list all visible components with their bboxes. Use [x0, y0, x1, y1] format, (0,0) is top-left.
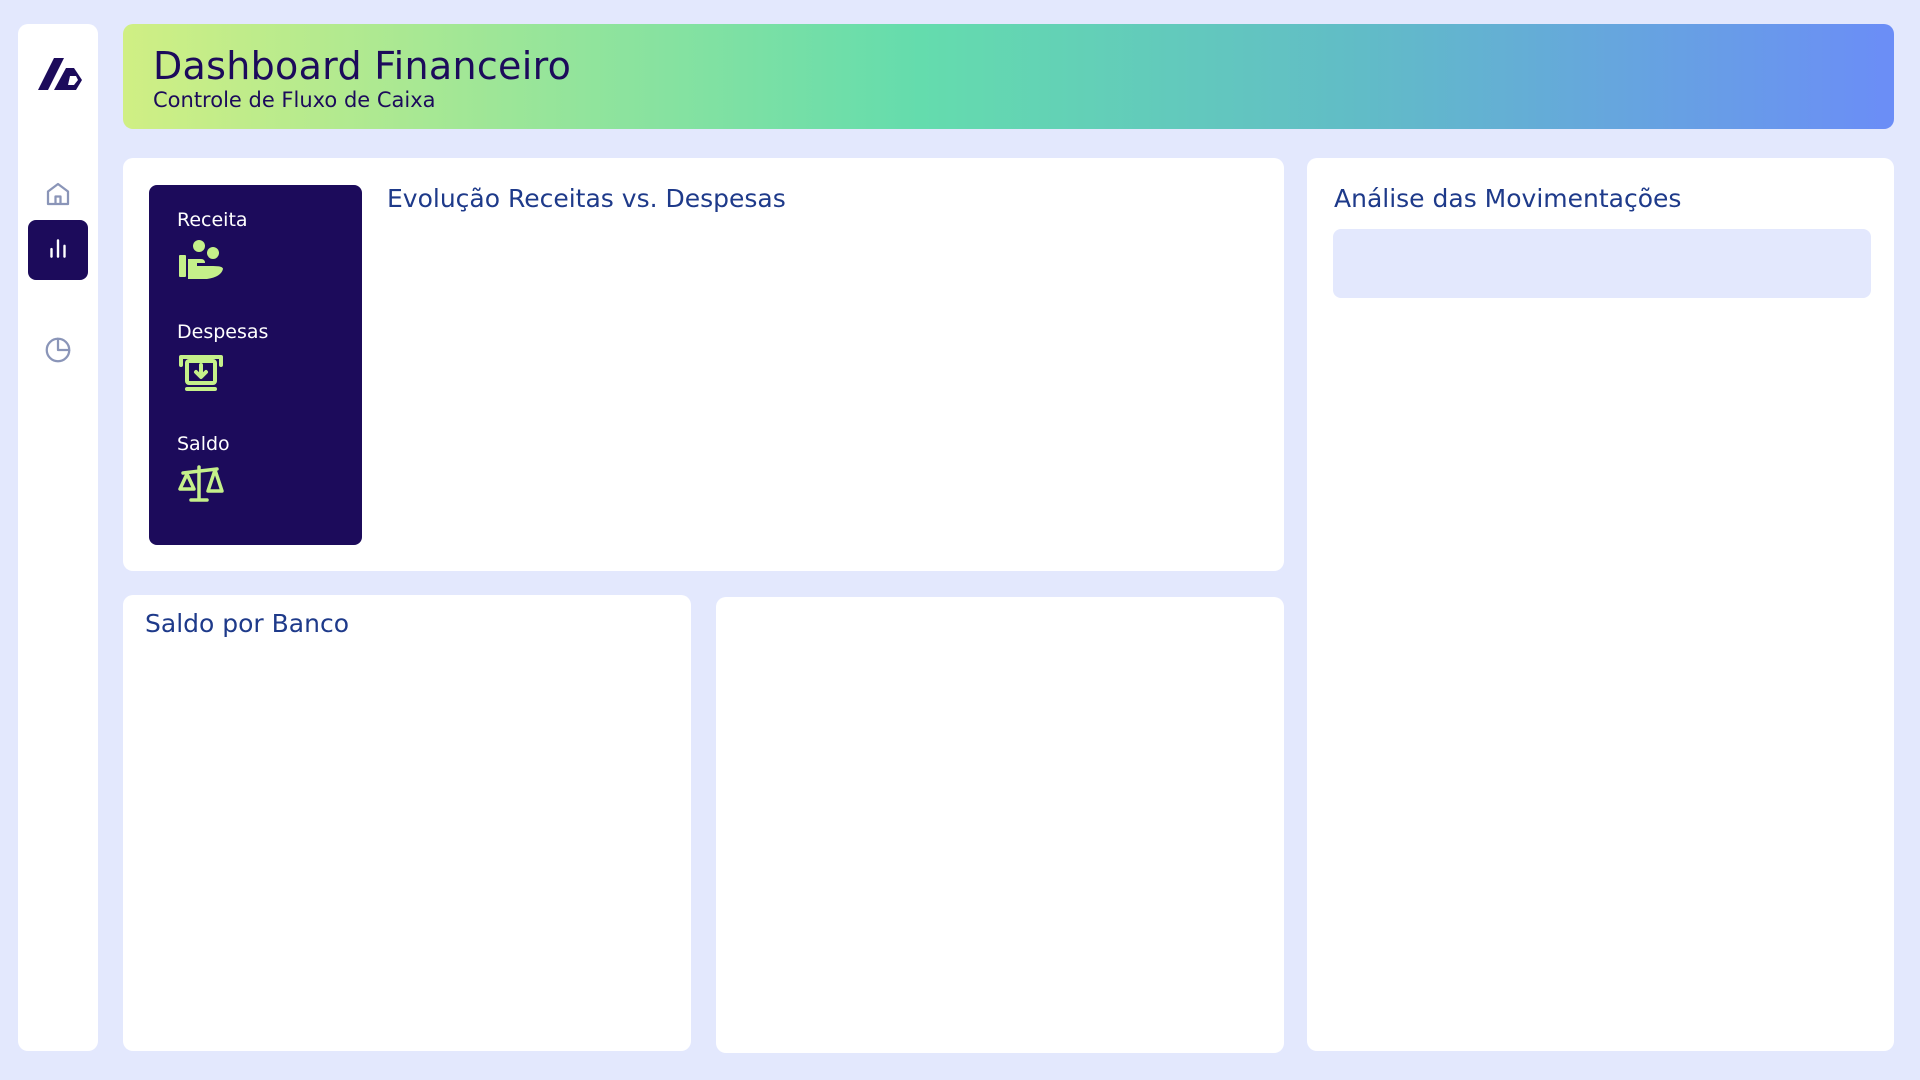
kpi-panel: Receita Despesas Saldo: [149, 185, 362, 545]
page-title: Dashboard Financeiro: [153, 44, 572, 88]
sidebar: [18, 24, 98, 1051]
sidebar-item-pie[interactable]: [28, 322, 88, 382]
page-header: Dashboard Financeiro Controle de Fluxo d…: [123, 24, 1894, 129]
kpi-label: Despesas: [177, 321, 269, 343]
kpi-receita[interactable]: Receita: [177, 209, 248, 281]
hand-coins-icon: [177, 239, 225, 281]
pie-chart-icon: [43, 335, 73, 369]
home-icon: [43, 179, 73, 213]
kpi-saldo[interactable]: Saldo: [177, 433, 230, 505]
evolucao-title: Evolução Receitas vs. Despesas: [387, 184, 786, 213]
sidebar-item-home[interactable]: [28, 166, 88, 226]
evolucao-card: Receita Despesas Saldo Evolução Receitas…: [123, 158, 1284, 571]
bar-chart-icon: [45, 235, 71, 265]
saldo-banco-title: Saldo por Banco: [145, 609, 349, 638]
kpi-label: Saldo: [177, 433, 230, 455]
saldo-banco-card: Saldo por Banco: [123, 595, 691, 1051]
kpi-label: Receita: [177, 209, 248, 231]
analise-card: Análise das Movimentações: [1307, 158, 1894, 1051]
analise-title: Análise das Movimentações: [1334, 184, 1682, 213]
analise-filter-box[interactable]: [1333, 229, 1871, 298]
brand-logo-icon[interactable]: [34, 52, 84, 94]
empty-chart-card: [716, 597, 1284, 1053]
sidebar-item-charts[interactable]: [28, 220, 88, 280]
kpi-despesas[interactable]: Despesas: [177, 321, 268, 393]
scale-balance-icon: [177, 463, 225, 505]
atm-withdraw-icon: [177, 351, 225, 393]
page-subtitle: Controle de Fluxo de Caixa: [153, 88, 436, 112]
